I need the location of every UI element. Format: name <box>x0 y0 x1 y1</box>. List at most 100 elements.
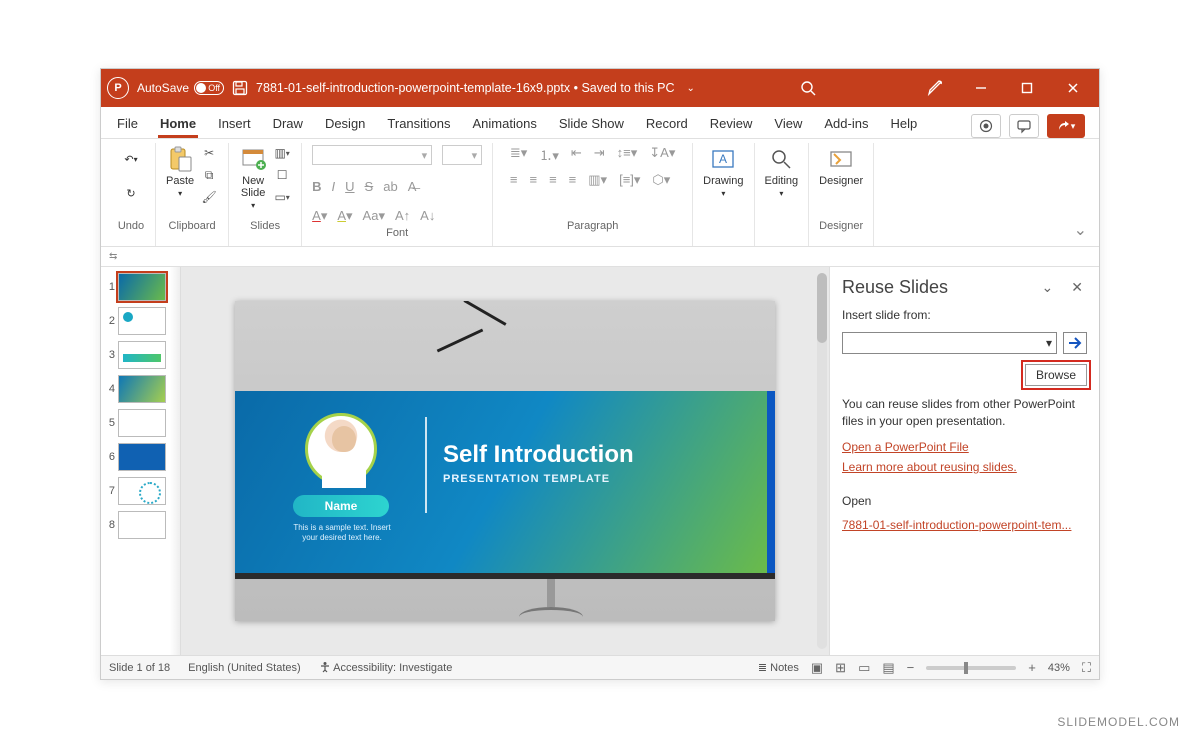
record-button[interactable] <box>971 114 1001 138</box>
title-dropdown[interactable]: ⌄ <box>687 83 695 94</box>
thumbnail-3[interactable]: 3 <box>105 341 176 369</box>
change-case-button[interactable]: Aa▾ <box>363 208 385 224</box>
thumbnail-2[interactable]: 2 <box>105 307 176 335</box>
share-button[interactable]: ▾ <box>1047 114 1085 138</box>
section-icon[interactable]: ▭▾ <box>273 189 291 205</box>
normal-view-icon[interactable]: ▣ <box>811 660 823 676</box>
font-size-select[interactable]: ▾ <box>442 145 482 165</box>
tab-file[interactable]: File <box>115 110 140 138</box>
insert-from-combo[interactable]: ▾ <box>842 332 1057 354</box>
zoom-out-button[interactable]: − <box>907 660 915 675</box>
recent-file-link[interactable]: 7881-01-self-introduction-powerpoint-tem… <box>842 518 1087 532</box>
slide-editor[interactable]: Self Introduction PRESENTATION TEMPLATE … <box>181 267 829 655</box>
highlight-button[interactable]: A▾ <box>337 208 352 224</box>
language-status[interactable]: English (United States) <box>188 662 301 674</box>
decrease-font-button[interactable]: A↓ <box>420 208 435 224</box>
comments-button[interactable] <box>1009 114 1039 138</box>
search-icon[interactable] <box>800 80 816 96</box>
tab-view[interactable]: View <box>772 110 804 138</box>
smartart-button[interactable]: ⬡▾ <box>652 172 670 188</box>
thumbnail-panel[interactable]: 1 2 3 4 5 6 7 8 <box>101 267 181 655</box>
designer-button[interactable]: Designer <box>819 145 863 187</box>
open-powerpoint-file-link[interactable]: Open a PowerPoint File <box>842 440 1087 454</box>
save-icon[interactable] <box>232 80 248 96</box>
format-painter-icon[interactable]: 🖌 <box>200 189 218 205</box>
sorter-view-icon[interactable]: ⊞ <box>835 660 846 676</box>
browse-button[interactable]: Browse <box>1025 364 1087 386</box>
align-center-button[interactable]: ≡ <box>529 172 537 188</box>
text-direction-button[interactable]: ↧A▾ <box>649 145 675 164</box>
tab-transitions[interactable]: Transitions <box>385 110 452 138</box>
slide-subtitle[interactable]: PRESENTATION TEMPLATE <box>443 473 610 485</box>
paste-button[interactable]: Paste▾ <box>166 145 194 198</box>
zoom-in-button[interactable]: + <box>1028 660 1036 675</box>
shadow-button[interactable]: ab <box>383 179 397 194</box>
numbering-button[interactable]: ⒈▾ <box>539 145 559 164</box>
tab-record[interactable]: Record <box>644 110 690 138</box>
notes-button[interactable]: ≣ Notes <box>758 661 799 674</box>
slide-position[interactable]: Slide 1 of 18 <box>109 662 170 674</box>
tab-addins[interactable]: Add-ins <box>822 110 870 138</box>
tab-review[interactable]: Review <box>708 110 755 138</box>
indent-left-button[interactable]: ⇤ <box>571 145 582 164</box>
collapse-ribbon-icon[interactable]: ⌄ <box>1074 220 1087 240</box>
columns-button[interactable]: ▥▾ <box>588 172 607 188</box>
toggle-switch-icon[interactable]: Off <box>194 81 224 95</box>
strike-button[interactable]: S <box>365 179 374 194</box>
italic-button[interactable]: I <box>332 179 336 194</box>
zoom-level[interactable]: 43% <box>1048 662 1070 674</box>
indent-right-button[interactable]: ⇥ <box>594 145 605 164</box>
tab-draw[interactable]: Draw <box>271 110 305 138</box>
go-button[interactable] <box>1063 332 1087 354</box>
align-right-button[interactable]: ≡ <box>549 172 557 188</box>
line-spacing-button[interactable]: ↕≡▾ <box>617 145 638 164</box>
name-pill[interactable]: Name <box>293 495 389 517</box>
pane-close-icon[interactable]: ✕ <box>1067 277 1087 298</box>
slide-canvas[interactable]: Self Introduction PRESENTATION TEMPLATE … <box>235 301 775 621</box>
thumbnail-7[interactable]: 7 <box>105 477 176 505</box>
customize-qat-icon[interactable]: ⇆ <box>109 251 117 262</box>
clear-format-button[interactable]: A̶ <box>408 179 417 194</box>
maximize-button[interactable] <box>1013 76 1041 100</box>
align-text-button[interactable]: [≡]▾ <box>619 172 640 188</box>
underline-button[interactable]: U <box>345 179 354 194</box>
copy-icon[interactable]: ⧉ <box>200 167 218 183</box>
reset-icon[interactable]: ☐ <box>273 167 291 183</box>
undo-button[interactable]: ↶▾ <box>117 145 145 173</box>
bullets-button[interactable]: ≣▾ <box>510 145 527 164</box>
redo-button[interactable]: ↻ <box>117 179 145 207</box>
slideshow-view-icon[interactable]: ▤ <box>882 660 894 676</box>
tab-animations[interactable]: Animations <box>471 110 539 138</box>
align-left-button[interactable]: ≡ <box>510 172 518 188</box>
thumbnail-1[interactable]: 1 <box>105 273 176 301</box>
close-button[interactable] <box>1059 76 1087 100</box>
layout-icon[interactable]: ▥▾ <box>273 145 291 161</box>
font-family-select[interactable]: ▾ <box>312 145 432 165</box>
thumbnail-5[interactable]: 5 <box>105 409 176 437</box>
zoom-slider[interactable] <box>926 666 1016 670</box>
accessibility-status[interactable]: Accessibility: Investigate <box>319 661 453 674</box>
tab-insert[interactable]: Insert <box>216 110 253 138</box>
pane-collapse-icon[interactable]: ⌄ <box>1038 277 1058 298</box>
draw-mode-icon[interactable] <box>921 76 949 100</box>
slide-title[interactable]: Self Introduction <box>443 441 634 469</box>
reading-view-icon[interactable]: ▭ <box>858 660 870 676</box>
font-color-button[interactable]: A▾ <box>312 208 327 224</box>
sample-text[interactable]: This is a sample text. Insert your desir… <box>287 523 397 544</box>
tab-help[interactable]: Help <box>888 110 919 138</box>
thumbnail-8[interactable]: 8 <box>105 511 176 539</box>
learn-more-link[interactable]: Learn more about reusing slides. <box>842 460 1087 474</box>
new-slide-button[interactable]: New Slide▾ <box>239 145 267 210</box>
increase-font-button[interactable]: A↑ <box>395 208 410 224</box>
fit-window-icon[interactable]: ⛶ <box>1082 660 1091 676</box>
editor-scrollbar-thumb[interactable] <box>817 273 827 343</box>
thumbnail-6[interactable]: 6 <box>105 443 176 471</box>
thumbnail-4[interactable]: 4 <box>105 375 176 403</box>
tab-design[interactable]: Design <box>323 110 367 138</box>
drawing-button[interactable]: A Drawing▾ <box>703 145 743 198</box>
minimize-button[interactable] <box>967 76 995 100</box>
editing-button[interactable]: Editing▾ <box>765 145 799 198</box>
cut-icon[interactable]: ✂ <box>200 145 218 161</box>
tab-home[interactable]: Home <box>158 110 198 138</box>
bold-button[interactable]: B <box>312 179 321 194</box>
